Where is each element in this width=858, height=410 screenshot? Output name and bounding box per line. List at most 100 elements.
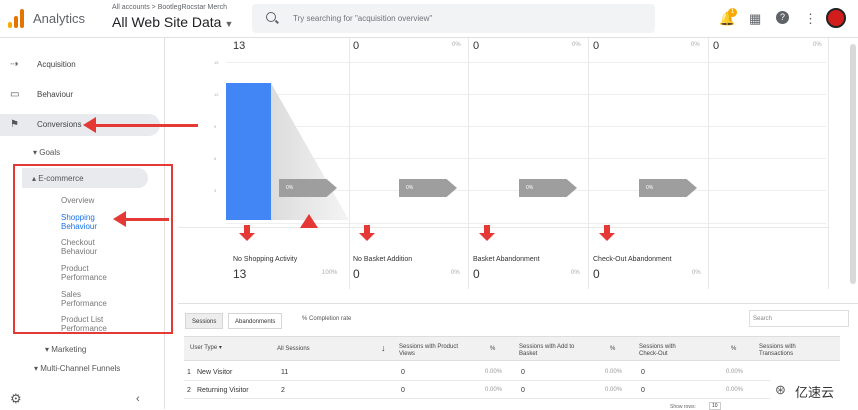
caret-down-icon: ▼	[224, 19, 234, 29]
goals-item[interactable]: ▾ Goals	[33, 148, 60, 157]
step-percent: 0%	[691, 42, 700, 48]
property-name: All Web Site Data	[112, 14, 222, 30]
search-icon	[266, 12, 276, 22]
cell: 0.00%	[485, 369, 503, 375]
analytics-logo-icon[interactable]	[8, 8, 24, 28]
abandonment-label: No Shopping Activity	[233, 256, 298, 263]
highlight-box	[13, 164, 173, 334]
completion-rate-label: % Completion rate	[302, 316, 352, 322]
avatar[interactable]	[826, 8, 846, 28]
sidebar-item-label: Acquisition	[37, 60, 76, 69]
down-arrow-icon	[598, 225, 616, 241]
abandonment-percent: 0%	[692, 270, 701, 276]
collapse-chevron-icon[interactable]: ‹	[136, 393, 140, 405]
multichannel-item[interactable]: ▾ Multi-Channel Funnels	[34, 364, 124, 373]
cell: 2	[281, 387, 285, 394]
down-arrow-icon	[238, 225, 256, 241]
cell: 0.00%	[726, 369, 744, 375]
multichannel-label: Multi-Channel Funnels	[40, 364, 121, 373]
cell: 0.00%	[605, 369, 623, 375]
sidebar-item-behaviour[interactable]: ▭ Behaviour	[0, 84, 160, 106]
abandonment-label: Check-Out Abandonment	[593, 256, 672, 263]
cell: 0	[401, 369, 405, 376]
table-row[interactable]: 2 Returning Visitor 2 0 0.00% 0 0.00% 0 …	[184, 382, 840, 399]
flag-icon: ⚑	[10, 119, 19, 130]
property-selector[interactable]: All Web Site Data ▼	[112, 14, 233, 30]
abandonment-percent: 100%	[322, 270, 338, 276]
abandonment-value: 0	[473, 267, 480, 281]
annotation-arrow-head	[83, 117, 96, 133]
breadcrumb[interactable]: All accounts > BootlegRocstar Merch	[112, 4, 227, 11]
settings-gear-icon[interactable]: ⚙	[10, 391, 22, 407]
tab-abandonments[interactable]: Abandonments	[228, 313, 283, 329]
dropoff-tag[interactable]: 0%	[639, 179, 697, 197]
sidebar-item-acquisition[interactable]: ⇢ Acquisition	[0, 54, 160, 76]
user-type-label: User Type	[190, 345, 218, 351]
column-header[interactable]: All Sessions	[277, 346, 377, 353]
column-header[interactable]: Sessions with Product Views	[399, 344, 459, 358]
annotation-arrow-line	[126, 218, 169, 221]
cell: 0	[641, 387, 645, 394]
down-arrow-icon	[478, 225, 496, 241]
sort-down-icon[interactable]: ↓	[381, 344, 386, 353]
table-row[interactable]: 1 New Visitor 11 0 0.00% 0 0.00% 0 0.00%	[184, 364, 840, 381]
abandonment-value: 13	[233, 267, 247, 281]
search-bar[interactable]: Try searching for "acquisition overview"	[252, 4, 655, 33]
cell: 0	[521, 369, 525, 376]
cell: 0	[401, 387, 405, 394]
cell: 0.00%	[485, 387, 503, 393]
sidebar-item-label: Conversions	[37, 120, 82, 129]
results-table: Sessions Abandonments % Completion rate …	[178, 303, 858, 410]
dropoff-tag[interactable]: 0%	[279, 179, 337, 197]
scrollbar[interactable]	[850, 44, 856, 284]
row-label[interactable]: New Visitor	[197, 369, 232, 376]
column-header[interactable]: Sessions with Add to Basket	[519, 344, 583, 358]
y-tick: 12	[214, 92, 219, 97]
more-options-icon[interactable]: ⋮	[804, 11, 817, 27]
step-percent: 0%	[452, 42, 461, 48]
cell: 0	[641, 369, 645, 376]
cell: 11	[281, 369, 289, 376]
dropoff-tag[interactable]: 0%	[519, 179, 577, 197]
column-header[interactable]: %	[490, 346, 495, 353]
behaviour-icon: ▭	[10, 89, 20, 100]
step-value: 13	[233, 40, 246, 52]
notification-badge: 1	[728, 8, 737, 17]
app-name: Analytics	[33, 11, 86, 26]
abandonment-value: 0	[353, 267, 360, 281]
abandonment-percent: 0%	[451, 270, 460, 276]
column-header[interactable]: %	[610, 346, 615, 353]
column-header[interactable]: %	[731, 346, 736, 353]
column-header[interactable]: Sessions with Check-Out	[639, 344, 695, 358]
marketing-label: Marketing	[51, 345, 87, 354]
step-value: 0	[593, 40, 600, 52]
step-value: 0	[353, 40, 360, 52]
watermark: ⊛ 亿速云	[770, 377, 856, 401]
goals-label: Goals	[39, 148, 61, 157]
column-header[interactable]: Sessions with Transactions	[759, 344, 815, 358]
table-search-input[interactable]: Search	[749, 310, 849, 327]
watermark-logo-icon: ⊛	[775, 382, 786, 397]
cell: 0.00%	[726, 387, 744, 393]
step-percent: 0%	[813, 42, 822, 48]
step-value: 0	[473, 40, 480, 52]
tab-sessions[interactable]: Sessions	[185, 313, 224, 329]
funnel-bar[interactable]	[226, 83, 271, 220]
y-tick: 15	[214, 60, 219, 65]
cell: 0.00%	[605, 387, 623, 393]
top-bar: Analytics All accounts > BootlegRocstar …	[0, 0, 858, 38]
apps-grid-icon[interactable]: ▦	[749, 11, 761, 27]
abandonment-label: Basket Abandonment	[473, 256, 540, 263]
dropoff-tag[interactable]: 0%	[399, 179, 457, 197]
table-header: User Type ▾ All Sessions ↓ Sessions with…	[184, 336, 840, 361]
watermark-text: 亿速云	[795, 385, 835, 400]
help-icon[interactable]: ?	[776, 11, 789, 24]
y-tick: 9	[214, 124, 217, 129]
user-type-dropdown[interactable]: User Type ▾	[190, 345, 222, 352]
step-value: 0	[713, 40, 720, 52]
row-number: 2	[187, 387, 191, 394]
marketing-item[interactable]: ▾ Marketing	[45, 345, 86, 354]
y-tick: 3	[214, 188, 217, 193]
abandonment-value: 0	[593, 267, 600, 281]
row-label[interactable]: Returning Visitor	[197, 387, 249, 394]
